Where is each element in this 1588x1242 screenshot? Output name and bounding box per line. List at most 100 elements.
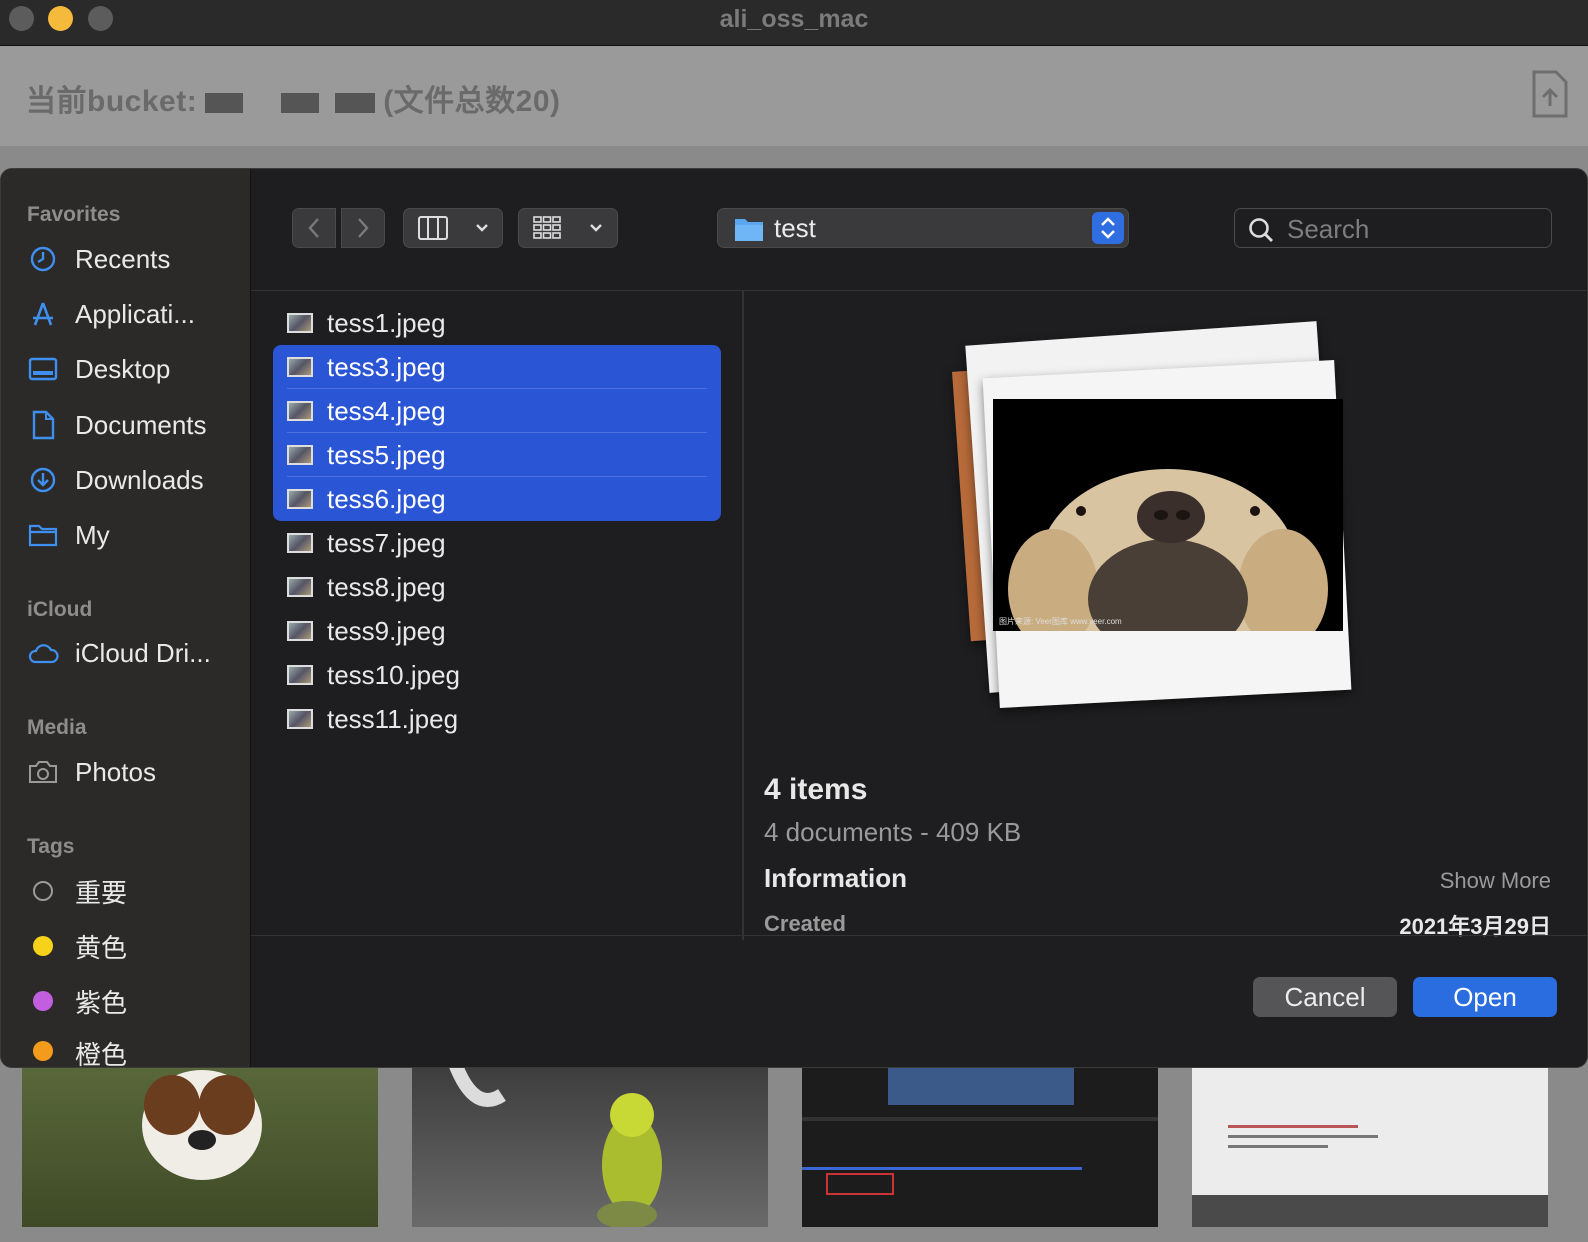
screenshot-footer	[1192, 1195, 1548, 1227]
sidebar-item-label: My	[75, 519, 110, 550]
location-stepper[interactable]	[1092, 212, 1124, 244]
file-name: tess5.jpeg	[327, 439, 446, 470]
image-file-icon	[287, 577, 313, 597]
screenshot-line	[802, 1167, 1082, 1170]
file-item-tess6[interactable]: tess6.jpeg	[273, 477, 721, 521]
sidebar-tag-orange[interactable]: 橙色	[27, 1035, 242, 1068]
image-file-icon	[287, 665, 313, 685]
sidebar-item-icloud-drive[interactable]: iCloud Dri...	[27, 633, 242, 673]
sidebar-tag-yellow[interactable]: 黄色	[27, 926, 242, 966]
selection-summary: 4 documents - 409 KB	[764, 817, 1022, 847]
tag-color-dot	[33, 1041, 53, 1061]
thumbnail-text-screenshot[interactable]	[1192, 1055, 1548, 1227]
forward-button[interactable]	[341, 208, 385, 248]
file-item-tess5[interactable]: tess5.jpeg	[273, 433, 721, 477]
media-section-title: Media	[27, 716, 87, 739]
search-field[interactable]: Search	[1234, 208, 1552, 248]
window-titlebar: ali_oss_mac	[0, 0, 1588, 46]
file-name: tess1.jpeg	[327, 307, 446, 338]
screenshot-text-line	[1228, 1125, 1358, 1128]
sidebar-item-applications[interactable]: Applicati...	[27, 294, 242, 334]
sidebar-item-photos[interactable]: Photos	[27, 752, 242, 792]
download-icon	[30, 467, 56, 493]
open-button[interactable]: Open	[1413, 977, 1557, 1017]
sidebar: Favorites Recents Applicati... Desktop D…	[1, 169, 251, 1068]
app-header: 当前bucket: (文件总数20)	[0, 46, 1588, 146]
folder-icon	[28, 524, 58, 547]
sidebar-item-label: Applicati...	[75, 298, 195, 329]
information-heading: Information	[764, 863, 907, 893]
image-file-icon	[287, 709, 313, 729]
sidebar-item-recents[interactable]: Recents	[27, 239, 242, 279]
file-item-tess10[interactable]: tess10.jpeg	[273, 653, 721, 697]
file-name: tess8.jpeg	[327, 571, 446, 602]
sidebar-item-downloads[interactable]: Downloads	[27, 460, 242, 500]
file-item-tess11[interactable]: tess11.jpeg	[273, 697, 721, 741]
sidebar-item-label: iCloud Dri...	[75, 637, 211, 668]
back-button[interactable]	[292, 208, 336, 248]
sidebar-item-documents[interactable]: Documents	[27, 405, 242, 445]
file-name: tess11.jpeg	[327, 703, 459, 734]
image-file-icon	[287, 489, 313, 509]
sidebar-item-label: 橙色	[75, 1040, 128, 1068]
thumbnail-code-screenshot[interactable]	[802, 1055, 1158, 1227]
window-title: ali_oss_mac	[719, 5, 869, 33]
tag-color-dot	[33, 881, 53, 901]
sidebar-item-label: 重要	[75, 877, 128, 908]
column-divider	[742, 290, 744, 940]
sidebar-item-label: 紫色	[75, 987, 128, 1018]
location-popup[interactable]: test	[717, 208, 1129, 248]
chevron-down-icon	[475, 224, 488, 232]
clock-icon	[30, 246, 56, 272]
columns-view-icon	[417, 216, 448, 240]
file-name: tess6.jpeg	[327, 483, 446, 514]
file-item-tess4[interactable]: tess4.jpeg	[273, 389, 721, 433]
show-more-link[interactable]: Show More	[1440, 868, 1551, 894]
up-down-chevron-icon	[1101, 217, 1115, 239]
location-name: test	[774, 213, 816, 243]
file-item-tess9[interactable]: tess9.jpeg	[273, 609, 721, 653]
sidebar-tag-purple[interactable]: 紫色	[27, 981, 242, 1021]
image-file-icon	[287, 621, 313, 641]
file-item-tess1[interactable]: tess1.jpeg	[273, 301, 721, 345]
preview-image: 图片来源: Veer图库 www.veer.com	[993, 399, 1343, 631]
file-item-tess7[interactable]: tess7.jpeg	[273, 521, 721, 565]
tag-color-dot	[33, 936, 53, 956]
file-list: tess1.jpeg tess3.jpeg tess4.jpeg tess5.j…	[273, 301, 721, 741]
file-name: tess10.jpeg	[327, 659, 460, 690]
thumbnail-bird[interactable]	[412, 1055, 768, 1227]
document-icon	[32, 410, 55, 440]
file-name: tess9.jpeg	[327, 615, 446, 646]
upload-file-icon[interactable]	[1530, 70, 1570, 118]
sidebar-item-label: 黄色	[75, 932, 128, 963]
bucket-suffix: (文件总数20)	[383, 85, 561, 118]
toolbar-divider	[251, 290, 1587, 291]
open-file-dialog: Favorites Recents Applicati... Desktop D…	[0, 168, 1588, 1068]
desktop-icon	[28, 357, 58, 381]
screenshot-highlight	[826, 1173, 894, 1195]
view-mode-button[interactable]	[403, 208, 503, 248]
group-by-button[interactable]	[518, 208, 618, 248]
cancel-button[interactable]: Cancel	[1253, 977, 1397, 1017]
thumbnail-dog[interactable]	[22, 1055, 378, 1227]
redacted-text	[205, 93, 244, 114]
redacted-text	[281, 93, 320, 114]
sidebar-item-label: Documents	[75, 409, 207, 440]
file-name: tess3.jpeg	[327, 351, 446, 382]
sidebar-item-my[interactable]: My	[27, 515, 242, 555]
chevron-left-icon	[308, 218, 319, 238]
screenshot-text-line	[1228, 1135, 1378, 1138]
bucket-prefix: 当前bucket:	[26, 85, 198, 118]
file-item-tess8[interactable]: tess8.jpeg	[273, 565, 721, 609]
screenshot-text-line	[1228, 1145, 1328, 1148]
chevron-right-icon	[358, 218, 369, 238]
sidebar-tag-important[interactable]: 重要	[27, 871, 242, 911]
created-value: 2021年3月29日	[1399, 914, 1551, 939]
tag-color-dot	[33, 991, 53, 1011]
file-item-tess3[interactable]: tess3.jpeg	[273, 345, 721, 389]
image-file-icon	[287, 445, 313, 465]
search-icon	[1249, 218, 1273, 242]
footer-divider	[251, 935, 1587, 936]
sidebar-item-desktop[interactable]: Desktop	[27, 349, 242, 389]
file-name: tess4.jpeg	[327, 395, 446, 426]
